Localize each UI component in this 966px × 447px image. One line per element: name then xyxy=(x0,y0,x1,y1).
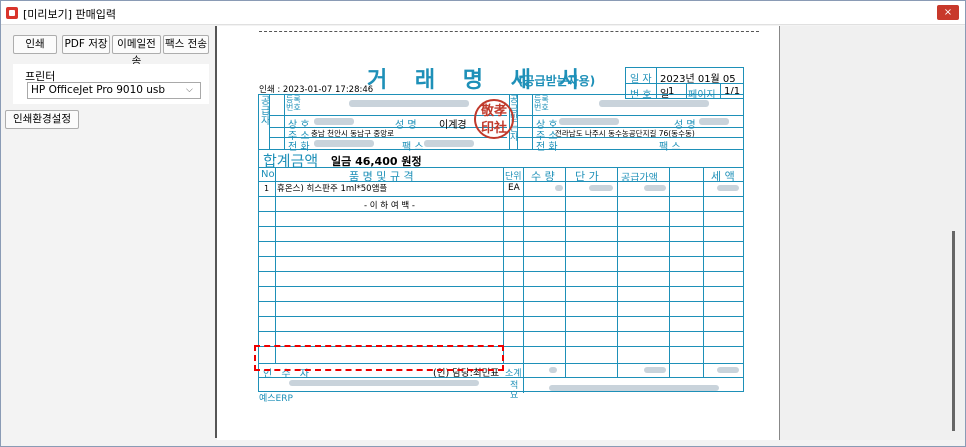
fax-send-button[interactable]: 팩스 전송 xyxy=(163,35,209,54)
supplier-addr-value: 충남 천안시 동남구 중앙로 xyxy=(311,129,395,138)
col-unit-header: 단위 xyxy=(505,172,522,182)
row1-unit: EA xyxy=(508,183,520,193)
row1-no: 1 xyxy=(264,184,270,193)
close-button[interactable]: × xyxy=(937,5,959,20)
printer-group: 프린터 HP OfficeJet Pro 9010 usb ⌵ xyxy=(13,64,209,104)
redacted-subtotal-qty xyxy=(549,367,557,373)
col-tax-header: 세 액 xyxy=(711,170,735,183)
redacted-field xyxy=(424,140,474,147)
redacted-field xyxy=(314,140,374,147)
preview-background xyxy=(779,26,965,440)
redacted-remark xyxy=(549,385,719,391)
company-seal-stamp: 敬孝 印社 xyxy=(474,99,514,139)
supplier-rep-value: 이계경 xyxy=(439,120,467,131)
window-title: [미리보기] 판매입력 xyxy=(23,8,117,21)
supplier-reg-label: 등록 번호 xyxy=(286,95,301,112)
redacted-tax xyxy=(717,185,739,191)
receiver-reg-label: 등록 번호 xyxy=(534,95,549,112)
supplier-fax-label: 팩 스 xyxy=(402,142,424,153)
subtotal-label: 소계 xyxy=(505,369,522,379)
app-icon xyxy=(6,7,18,19)
date-label: 일 자 xyxy=(630,74,652,85)
left-panel: 인쇄 PDF 저장 이메일전송 팩스 전송 프린터 HP OfficeJet P… xyxy=(2,26,210,446)
preview-window: [미리보기] 판매입력 × 인쇄 PDF 저장 이메일전송 팩스 전송 프린터 … xyxy=(0,0,966,447)
col-qty-header: 수 량 xyxy=(531,170,555,183)
page-top-border xyxy=(259,31,759,32)
document-preview: 거 래 명 세 서 (공급받는자용) 인쇄 : 2023-01-07 17:28… xyxy=(217,26,779,440)
col-price-header: 단 가 xyxy=(575,170,599,183)
blank-note: - 이 하 여 백 - xyxy=(364,201,415,211)
row1-item: 휴온스) 히스판주 1ml*50앰플 xyxy=(277,184,388,194)
print-button[interactable]: 인쇄 xyxy=(13,35,57,54)
title-bar: [미리보기] 판매입력 × xyxy=(1,1,965,25)
redacted-subtotal-supply xyxy=(644,367,666,373)
col-supply-header: 공급가액 xyxy=(621,173,658,184)
supplier-side-label: 공 급 자 xyxy=(261,96,271,127)
redacted-field xyxy=(599,100,709,107)
receiver-fax-label: 팩 스 xyxy=(659,142,681,153)
printer-selected-value: HP OfficeJet Pro 9010 usb xyxy=(31,84,166,96)
receiver-tel-label: 전 화 xyxy=(536,142,558,153)
redacted-field xyxy=(314,118,354,125)
highlight-annotation-box xyxy=(254,345,504,371)
chevron-down-icon: ⌵ xyxy=(186,85,193,95)
total-label: 합계금액 xyxy=(263,152,319,170)
email-send-button[interactable]: 이메일전송 xyxy=(112,35,161,67)
redacted-supply xyxy=(644,185,666,191)
redacted-field xyxy=(559,118,619,125)
doc-subtitle: (공급받는자용) xyxy=(518,74,596,88)
print-settings-button[interactable]: 인쇄환경설정 xyxy=(5,110,79,129)
col-no-header: No xyxy=(261,169,275,180)
total-value: 일금 46,400 원정 xyxy=(331,155,422,168)
redacted-subtotal-tax xyxy=(717,367,739,373)
scrollbar-thumb[interactable] xyxy=(952,231,955,431)
footer-company: 예스ERP xyxy=(259,394,293,404)
redacted-price xyxy=(589,185,613,191)
redacted-field xyxy=(349,100,469,107)
redacted-bank-info xyxy=(289,380,479,386)
printer-select[interactable]: HP OfficeJet Pro 9010 usb ⌵ xyxy=(27,82,201,99)
redacted-qty xyxy=(555,185,563,191)
redacted-field xyxy=(699,118,729,125)
remark-label: 적 요 xyxy=(510,381,519,401)
pdf-save-button[interactable]: PDF 저장 xyxy=(62,35,110,54)
supplier-rep-label: 성 명 xyxy=(395,120,417,131)
